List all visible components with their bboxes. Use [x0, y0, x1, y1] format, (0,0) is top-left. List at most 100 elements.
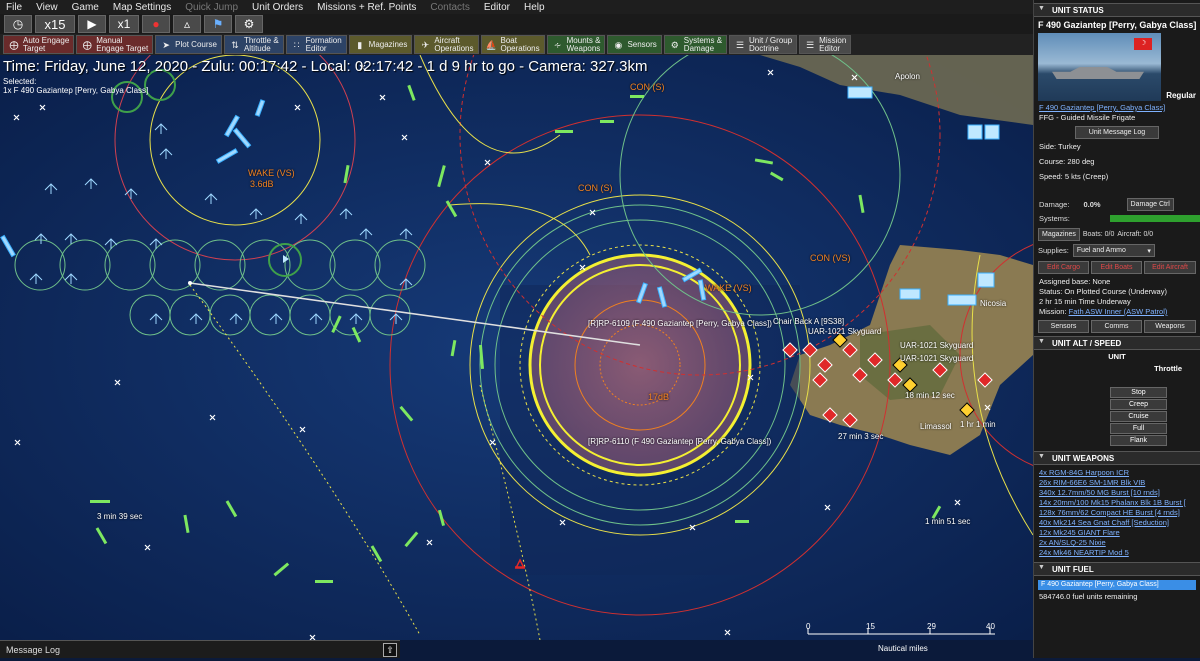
menu-file[interactable]: File — [6, 2, 22, 13]
plot-course-button[interactable]: ➤ Plot Course — [155, 35, 222, 54]
flag-icon[interactable]: ⚑ — [204, 15, 232, 33]
status-label: Status: On Plotted Course (Underway) — [1039, 287, 1167, 296]
throttle-full-button[interactable]: Full — [1110, 423, 1167, 434]
systems-label: Systems: — [1039, 214, 1070, 223]
throttle-creep-button[interactable]: Creep — [1110, 399, 1167, 410]
systems-bar — [1109, 215, 1200, 222]
weapon-item[interactable]: 40x Mk214 Sea Gnat Chaff [Seduction] — [1034, 518, 1200, 528]
contact-label: WAKE (VS) — [248, 168, 295, 178]
record-icon[interactable]: ● — [142, 15, 170, 33]
reference-point-label[interactable]: [R]RP-6110 (F 490 Gaziantep [Perry, Gaby… — [588, 437, 771, 446]
weapons-button[interactable]: Weapons — [1144, 320, 1196, 333]
unit-message-log-button[interactable]: Unit Message Log — [1075, 126, 1159, 139]
place-label: Nicosia — [980, 299, 1007, 308]
aircraft-operations-button[interactable]: ✈ Aircraft Operations — [414, 35, 479, 54]
time-compression-button[interactable]: x15 — [35, 15, 75, 33]
contact-label: CON (S) — [578, 183, 613, 193]
boat-operations-button[interactable]: ⛵ Boat Operations — [480, 35, 545, 54]
throttle-cruise-button[interactable]: Cruise — [1110, 411, 1167, 422]
menu-quick-jump[interactable]: Quick Jump — [185, 2, 238, 13]
unit-weapons-header[interactable]: ▼ UNIT WEAPONS — [1034, 451, 1200, 465]
menu-game[interactable]: Game — [72, 2, 99, 13]
fuel-bar: F 490 Gaziantep [Perry, Gabya Class] — [1038, 580, 1196, 590]
supplies-value: Fuel and Ammo — [1076, 247, 1126, 254]
formation-editor-button[interactable]: ∷ Formation Editor — [285, 35, 347, 54]
weapon-item[interactable]: 24x Mk46 NEARTIP Mod 5 — [1034, 548, 1200, 558]
unit-name-title: F 490 Gaziantep [Perry, Gabya Class] — [1038, 20, 1197, 30]
auto-engage-button[interactable]: ⨁ Auto Engage Target — [3, 35, 75, 54]
mission-row: Mission: Fath ASW Inner (ASW Patrol) — [1034, 307, 1200, 317]
unit-status-header[interactable]: ▼ UNIT STATUS — [1034, 3, 1200, 17]
menu-view[interactable]: View — [36, 2, 58, 13]
eta-label: 1 hr 1 min — [960, 420, 996, 429]
systems-damage-button[interactable]: ⚙ Systems & Damage — [663, 35, 728, 54]
tactical-map[interactable]: CON (S) CON (S) CON (VS) WAKE (VS) 3.6dB… — [0, 55, 1033, 640]
manual-engage-button[interactable]: ⨁ Manual Engage Target — [76, 35, 154, 54]
supplies-dropdown[interactable]: Fuel and Ammo ▾ — [1072, 244, 1155, 257]
fuel-remaining-label: 584746.0 fuel units remaining — [1039, 592, 1138, 601]
expand-icon[interactable]: ⇧ — [383, 643, 397, 657]
contact-label: 3.6dB — [250, 179, 274, 189]
gear-icon[interactable]: ⚙ — [235, 15, 263, 33]
map-canvas[interactable] — [0, 55, 1033, 640]
menu-help[interactable]: Help — [524, 2, 545, 13]
mounts-weapons-button[interactable]: ∻ Mounts & Weapons — [546, 35, 606, 54]
step-button[interactable]: x1 — [109, 15, 139, 33]
menu-map-settings[interactable]: Map Settings — [113, 2, 171, 13]
eta-label: 3 min 39 sec — [97, 512, 143, 521]
weapon-item[interactable]: 2x AN/SLQ-25 Nixie — [1034, 538, 1200, 548]
chevron-down-icon: ▼ — [1038, 453, 1045, 460]
magazines-button[interactable]: ▮ Magazines — [348, 35, 413, 54]
contact-label: 17dB — [648, 392, 670, 402]
flag-icon: ☽ — [1134, 38, 1152, 50]
throttle-flank-button[interactable]: Flank — [1110, 435, 1167, 446]
weapon-item[interactable]: 14x 20mm/100 Mk15 Phalanx Blk 1B Burst [ — [1034, 498, 1200, 508]
unit-name-link[interactable]: F 490 Gaziantep [Perry, Gabya Class] — [1034, 103, 1200, 113]
damage-control-button[interactable]: Damage Ctrl — [1126, 198, 1174, 211]
magazines-button[interactable]: Magazines — [1038, 228, 1080, 241]
doctrine-button[interactable]: ☰ Unit / Group Doctrine — [729, 35, 798, 54]
sensors-button[interactable]: ◉ Sensors — [607, 35, 662, 54]
scale-tick: 15 — [866, 622, 875, 631]
supplies-label: Supplies: — [1038, 246, 1069, 255]
speed-label: Speed: 5 kts (Creep) — [1039, 172, 1109, 181]
menu-unit-orders[interactable]: Unit Orders — [252, 2, 303, 13]
throttle-stop-button[interactable]: Stop — [1110, 387, 1167, 398]
weapon-item[interactable]: 26x RIM-66E6 SM-1MR Blk VIB — [1034, 478, 1200, 488]
game-status-line: Time: Friday, June 12, 2020 - Zulu: 00:1… — [3, 58, 648, 75]
assigned-base-label: Assigned base: None — [1039, 277, 1111, 286]
aircraft-label: Aircraft: 0/0 — [1117, 231, 1154, 238]
unit-fuel-header[interactable]: ▼ UNIT FUEL — [1034, 562, 1200, 576]
ship-silhouette — [1052, 67, 1144, 79]
clock-icon[interactable]: ◷ — [4, 15, 32, 33]
alt-speed-header[interactable]: ▼ UNIT ALT / SPEED — [1034, 336, 1200, 350]
comms-button[interactable]: Comms — [1091, 320, 1142, 333]
weapon-item[interactable]: 128x 76mm/62 Compact HE Burst [4 rnds] — [1034, 508, 1200, 518]
throttle-altitude-button[interactable]: ⇅ Throttle & Altitude — [223, 35, 284, 54]
menu-editor[interactable]: Editor — [484, 2, 510, 13]
place-label: Apolon — [895, 72, 920, 81]
contact-label: UAR-1021 Skyguard — [900, 354, 974, 363]
damage-label: Damage: — [1039, 200, 1070, 209]
play-icon[interactable]: ▶ — [78, 15, 106, 33]
edit-aircraft-button[interactable]: Edit Aircraft — [1144, 261, 1196, 274]
waypoint[interactable] — [188, 281, 192, 285]
reference-point-label[interactable]: [R]RP-6109 (F 490 Gaziantep [Perry, Gaby… — [588, 319, 772, 328]
weapon-item[interactable]: 12x Mk245 GIANT Flare — [1034, 528, 1200, 538]
ship-icon[interactable]: ▵ — [173, 15, 201, 33]
contact-label: Chair Back A [9S38] — [773, 317, 845, 326]
edit-boats-button[interactable]: Edit Boats — [1091, 261, 1142, 274]
mission-editor-button[interactable]: ☰ Mission Editor — [799, 35, 852, 54]
boat-icon: ⛵ — [485, 39, 498, 50]
edit-cargo-button[interactable]: Edit Cargo — [1038, 261, 1089, 274]
weapons-icon: ∻ — [553, 39, 562, 50]
weapon-item[interactable]: 4x RGM-84G Harpoon ICR — [1034, 468, 1200, 478]
weapon-item[interactable]: 340x 12.7mm/50 MG Burst [10 rnds] — [1034, 488, 1200, 498]
contact-label: CON (VS) — [810, 253, 851, 263]
message-log-bar[interactable]: Message Log ⇧ — [0, 640, 400, 658]
menu-missions[interactable]: Missions + Ref. Points — [317, 2, 416, 13]
scale-tick: 29 — [927, 622, 936, 631]
sensors-button[interactable]: Sensors — [1038, 320, 1089, 333]
mission-link[interactable]: Fath ASW Inner (ASW Patrol) — [1069, 307, 1168, 316]
menu-contacts[interactable]: Contacts — [430, 2, 469, 13]
